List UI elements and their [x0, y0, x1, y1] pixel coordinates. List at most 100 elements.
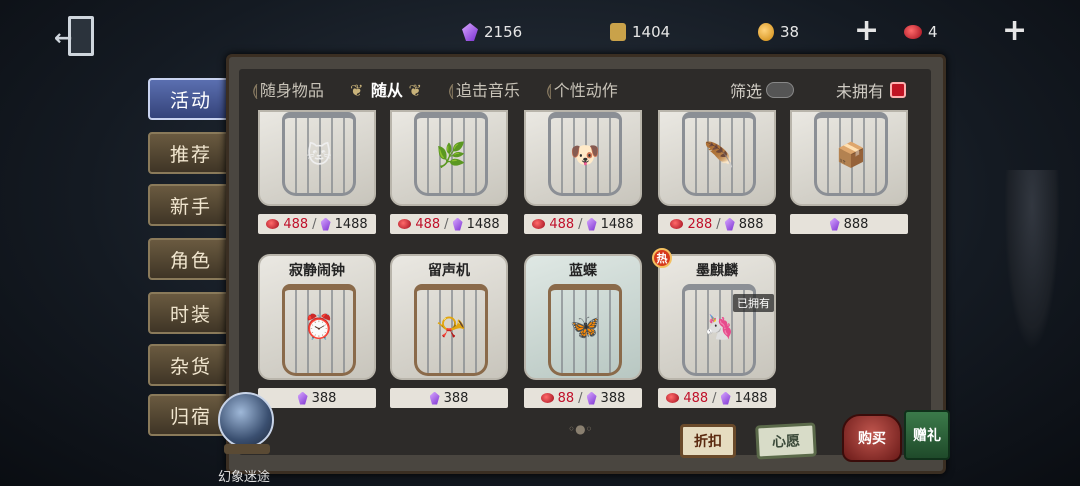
red-gem-icon: [666, 393, 680, 403]
item-price: 488 / 1488: [524, 214, 642, 234]
exit-button[interactable]: ←: [52, 14, 102, 60]
red-gem-icon: [670, 219, 684, 229]
gem-price: 888: [738, 216, 764, 232]
item-price: 488 / 1488: [658, 388, 776, 408]
feather-icon: 🪶: [704, 141, 734, 169]
qilin-icon: 🦄: [704, 313, 734, 341]
filter-tab-chase-music[interactable]: 追击音乐: [442, 75, 526, 103]
item-price: 488 / 1488: [258, 214, 376, 234]
gramophone-icon: 📯: [436, 313, 466, 341]
tab-character[interactable]: 角色: [148, 238, 234, 280]
gem-currency: 2156: [462, 20, 522, 44]
item-card[interactable]: 热 墨麒麟 🦄 已拥有 488 / 1488: [652, 248, 776, 408]
gem-price: 1488: [334, 216, 368, 232]
gem-price: 888: [843, 216, 869, 232]
butterfly-icon: 🦋: [570, 313, 600, 341]
filter-tab-companions[interactable]: 随从: [344, 75, 428, 103]
item-image: 🌿: [390, 110, 508, 206]
filter-toggle-icon: [766, 82, 795, 98]
item-card[interactable]: 寂静闹钟 ⏰ 388: [258, 254, 376, 408]
gem-icon: [320, 217, 331, 231]
red-gem-icon: [532, 219, 546, 229]
item-price: 888: [790, 214, 908, 234]
tab-activity[interactable]: 活动: [148, 78, 234, 120]
red-price: 488: [683, 390, 709, 406]
gem-icon: [452, 217, 463, 231]
item-card[interactable]: 📦 888: [790, 110, 908, 234]
gem-count: 2156: [484, 23, 523, 41]
arrow-left-icon: ←: [54, 26, 73, 51]
item-image: 📦: [790, 110, 908, 206]
gem-icon: [462, 23, 478, 41]
item-card[interactable]: 🌿 488 / 1488: [390, 110, 508, 234]
item-price: 88 / 388: [524, 388, 642, 408]
buy-button[interactable]: 购买: [842, 414, 902, 462]
item-name: 墨麒麟: [696, 263, 738, 279]
filter-tab-emotes[interactable]: 个性动作: [540, 75, 624, 103]
item-card[interactable]: 🪶 288 / 888: [658, 110, 776, 234]
item-card[interactable]: 🐱 488 / 1488: [258, 110, 376, 234]
tab-misc[interactable]: 杂货: [148, 344, 234, 386]
item-image: 墨麒麟 🦄 已拥有: [658, 254, 776, 380]
gift-button[interactable]: 赠礼: [904, 410, 950, 460]
red-gem-icon: [266, 219, 280, 229]
add-coin-button[interactable]: +: [854, 16, 879, 46]
box-icon: 📦: [836, 141, 866, 169]
filter-tab-accessories[interactable]: 随身物品: [246, 75, 330, 103]
puzzle-icon: [610, 23, 626, 41]
add-red-gem-button[interactable]: +: [1002, 16, 1027, 46]
red-gem-icon: [398, 219, 412, 229]
item-name: 留声机: [428, 263, 470, 279]
item-image: 🐶: [524, 110, 642, 206]
filter-bar: 随身物品 随从 追击音乐 个性动作: [246, 72, 936, 106]
gem-icon: [724, 217, 735, 231]
plant-icon: 🌿: [436, 141, 466, 169]
gem-icon: [297, 391, 308, 405]
gem-price: 388: [600, 390, 626, 406]
gem-price: 388: [311, 390, 337, 406]
wishlist-button[interactable]: 心愿: [755, 422, 817, 460]
crystal-ball-base: [224, 444, 270, 454]
item-image: 留声机 📯: [390, 254, 508, 380]
gem-icon: [586, 217, 597, 231]
item-image: 🪶: [658, 110, 776, 206]
coin-count: 38: [780, 23, 800, 41]
tab-recommend[interactable]: 推荐: [148, 132, 234, 174]
coin-icon: [758, 23, 774, 41]
dog-icon: 🐶: [570, 141, 600, 169]
item-price: 388: [390, 388, 508, 408]
cat-icon: 🐱: [306, 141, 332, 169]
item-card[interactable]: 蓝蝶 🦋 88 / 388: [524, 254, 642, 408]
not-owned-label: 未拥有: [836, 82, 885, 101]
character-silhouette: [1004, 170, 1060, 350]
item-price: 288 / 888: [658, 214, 776, 234]
item-card[interactable]: 🐶 488 / 1488: [524, 110, 642, 234]
gem-icon: [429, 391, 440, 405]
red-gem-icon: [904, 25, 922, 39]
page-ornament-icon: ◦●◦: [568, 422, 593, 436]
not-owned-checkbox[interactable]: [890, 82, 907, 98]
filter-label: 筛选: [730, 82, 763, 101]
red-gem-icon: [540, 393, 554, 403]
red-price: 488: [415, 216, 441, 232]
gem-price: 1488: [600, 216, 634, 232]
not-owned-filter[interactable]: 未拥有: [836, 78, 907, 102]
filter-control[interactable]: 筛选: [730, 78, 795, 102]
gem-price: 1488: [734, 390, 768, 406]
red-price: 488: [283, 216, 309, 232]
gem-icon: [829, 217, 840, 231]
gem-icon: [586, 391, 597, 405]
item-image: 寂静闹钟 ⏰: [258, 254, 376, 380]
tab-newbie[interactable]: 新手: [148, 184, 234, 226]
tab-costume[interactable]: 时装: [148, 292, 234, 334]
alarm-clock-icon: ⏰: [304, 313, 334, 341]
coin-currency: 38: [758, 20, 799, 44]
crystal-ball-button[interactable]: [216, 392, 278, 458]
discount-button[interactable]: 折扣: [680, 424, 736, 458]
item-card[interactable]: 留声机 📯 388: [390, 254, 508, 408]
owned-tag: 已拥有: [733, 294, 774, 312]
crystal-ball-icon: [218, 392, 274, 448]
red-price: 288: [687, 216, 713, 232]
red-price: 488: [549, 216, 575, 232]
gem-price: 388: [443, 390, 469, 406]
